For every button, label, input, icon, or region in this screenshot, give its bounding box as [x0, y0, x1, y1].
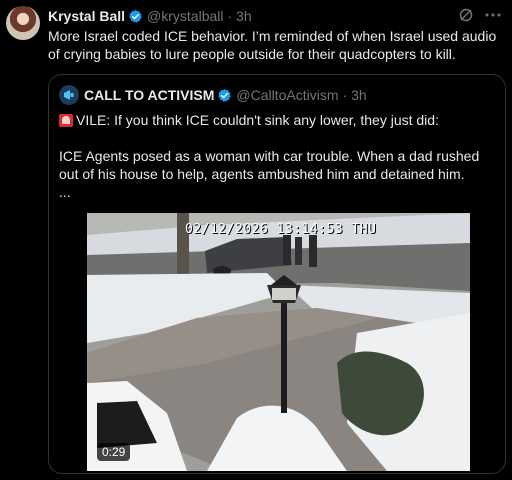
more-options-icon[interactable] [484, 7, 502, 23]
post-avatar[interactable] [6, 6, 40, 40]
quoted-text-line-1: VILE: If you think ICE couldn't sink any… [59, 111, 499, 129]
quoted-text-ellipsis: ... [59, 184, 71, 200]
post-text: More Israel coded ICE behavior. I’m remi… [48, 28, 497, 62]
post-header: Krystal Ball @krystalball · 3h [48, 6, 504, 26]
post-time[interactable]: · 3h [228, 8, 252, 24]
author-name[interactable]: Krystal Ball [48, 8, 125, 24]
author-handle[interactable]: @krystalball [147, 8, 223, 24]
quoted-author-handle[interactable]: @CalltoActivism [236, 87, 338, 103]
quoted-text-line-2: ICE Agents posed as a woman with car tro… [59, 148, 480, 182]
cctv-timestamp-overlay: 02/12/2026 13:14:53 THU [185, 222, 377, 237]
megaphone-logo-icon [64, 90, 74, 100]
header-actions [458, 7, 502, 23]
quoted-post-time[interactable]: · 3h [343, 87, 367, 103]
grok-icon[interactable] [458, 7, 474, 23]
video-player[interactable]: 02/12/2026 13:14:53 THU 0:29 [87, 213, 470, 471]
verified-badge-icon [129, 9, 142, 23]
quoted-author-avatar[interactable] [59, 85, 79, 105]
rotating-light-icon [59, 114, 73, 127]
quoted-author-name[interactable]: CALL TO ACTIVISM [84, 87, 214, 103]
quoted-post[interactable]: CALL TO ACTIVISM @CalltoActivism · 3h VI… [48, 74, 506, 474]
quoted-post-header: CALL TO ACTIVISM @CalltoActivism · 3h [59, 85, 367, 105]
video-frame [87, 213, 470, 471]
quoted-post-text: VILE: If you think ICE couldn't sink any… [59, 111, 499, 201]
verified-badge-icon [218, 88, 232, 102]
video-duration-badge: 0:29 [97, 443, 131, 461]
quoted-text-headline: VILE: If you think ICE couldn't sink any… [76, 112, 439, 128]
